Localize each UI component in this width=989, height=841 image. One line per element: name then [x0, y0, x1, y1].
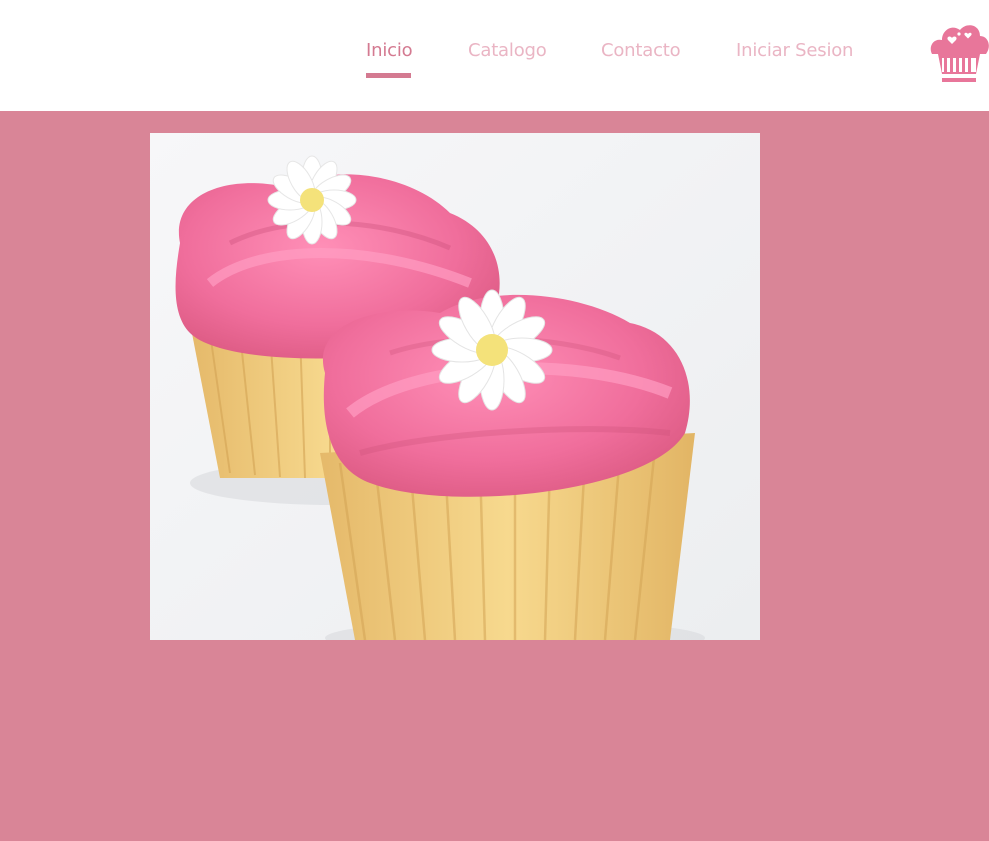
nav-link-iniciar-sesion[interactable]: Iniciar Sesion	[736, 40, 853, 61]
cupcake-icon	[930, 25, 989, 82]
hero-image	[150, 133, 760, 640]
site-header: Inicio Catalogo Contacto Iniciar Sesion	[0, 0, 989, 111]
nav-link-catalogo[interactable]: Catalogo	[468, 40, 547, 61]
cupcakes-photo	[150, 133, 760, 640]
nav-link-contacto[interactable]: Contacto	[601, 40, 681, 61]
active-nav-indicator	[366, 73, 411, 78]
brand-logo[interactable]	[928, 18, 989, 84]
nav-link-inicio[interactable]: Inicio	[366, 40, 413, 61]
